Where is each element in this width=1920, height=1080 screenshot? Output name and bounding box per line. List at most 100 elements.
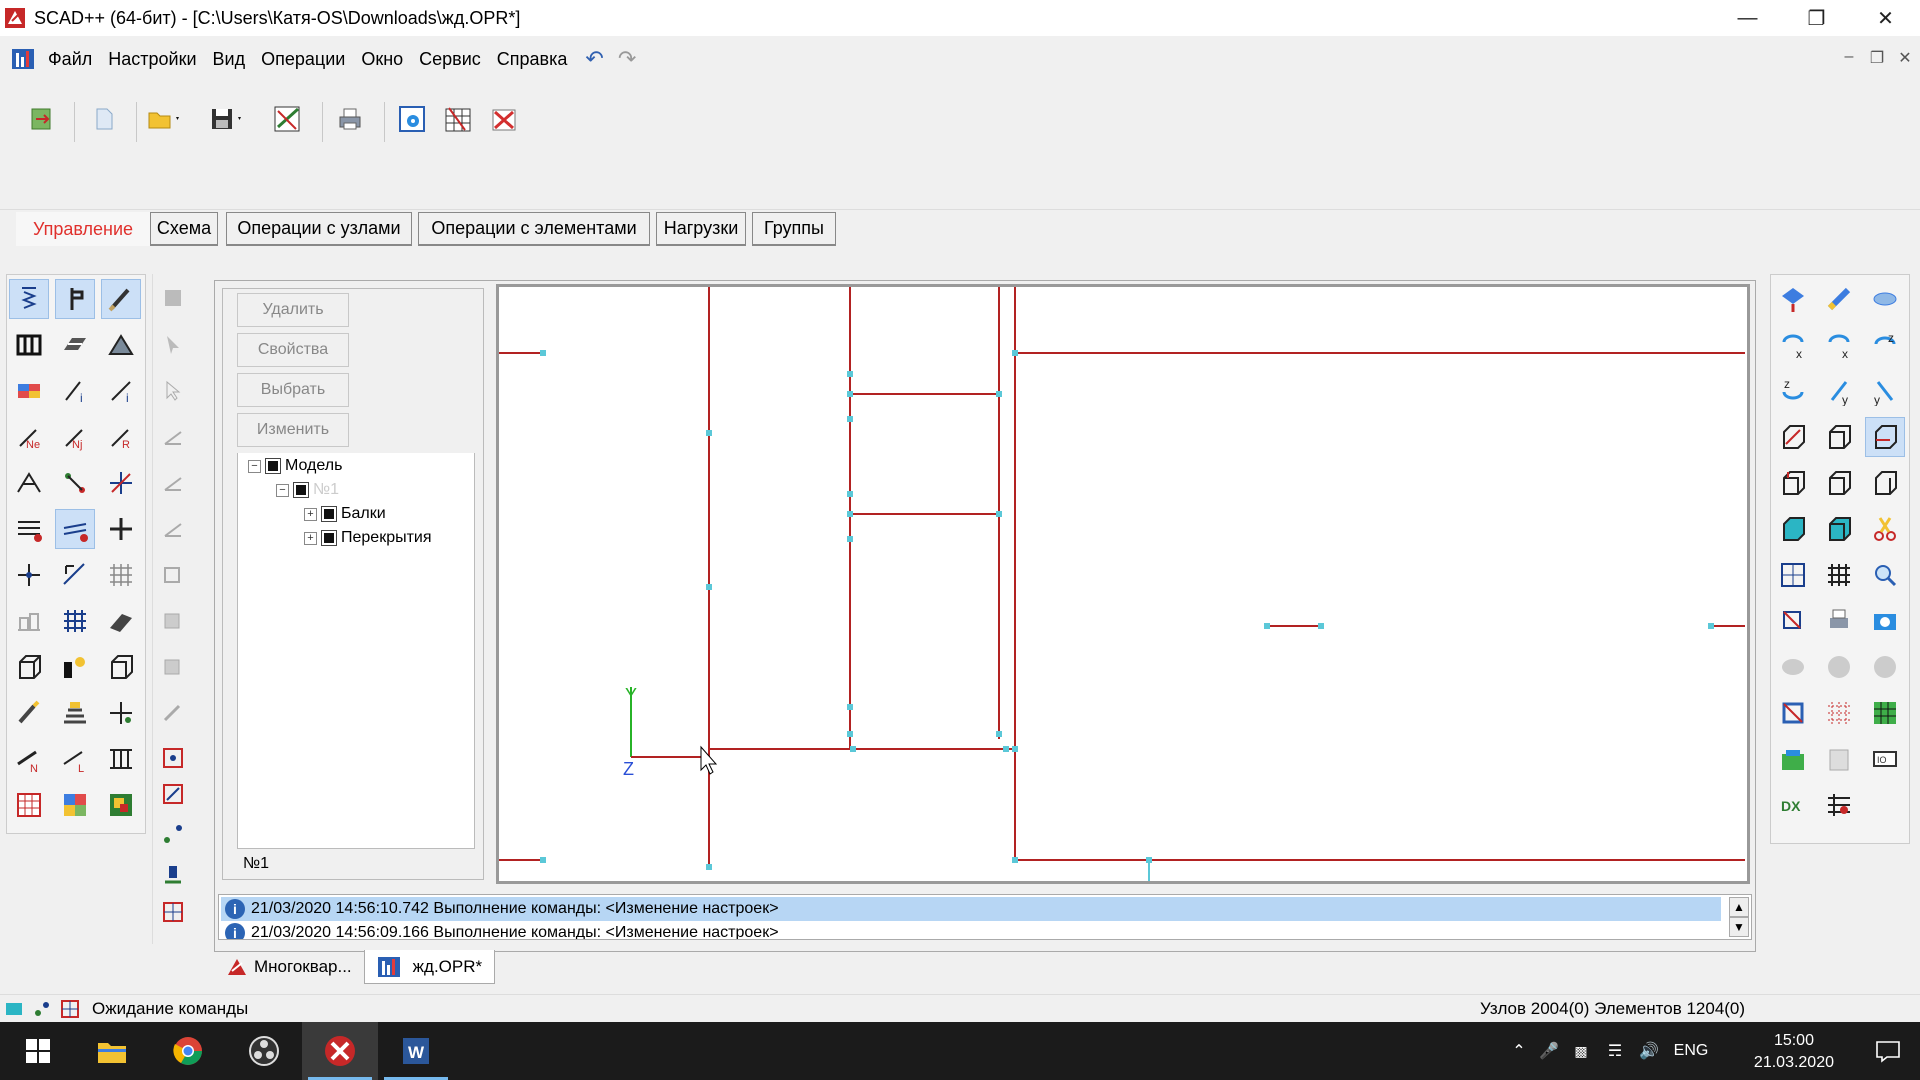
green-grid-icon[interactable]: [1865, 693, 1905, 733]
tree-node-beams[interactable]: + Балки: [304, 503, 386, 525]
redo-icon[interactable]: ↷: [618, 46, 636, 72]
view-top-icon[interactable]: [1773, 279, 1813, 319]
mdi-restore-icon[interactable]: ❐: [1868, 48, 1886, 68]
support-icon[interactable]: [153, 854, 193, 894]
node-grid-icon[interactable]: [55, 601, 95, 641]
hide-icon[interactable]: [1773, 601, 1813, 641]
design-canvas[interactable]: Y Z: [496, 284, 1750, 884]
box-icon[interactable]: [101, 647, 141, 687]
modify-button[interactable]: Изменить: [237, 413, 349, 447]
expand-icon[interactable]: +: [304, 531, 317, 545]
screenshot-icon[interactable]: [1865, 601, 1905, 641]
frame-view-icon[interactable]: [1773, 693, 1813, 733]
color-map-icon[interactable]: [101, 785, 141, 825]
grid-3d-icon[interactable]: [1819, 555, 1859, 595]
input-method-icon[interactable]: ▩: [1564, 1043, 1598, 1060]
light-icon[interactable]: [55, 647, 95, 687]
print-view-icon[interactable]: [1819, 601, 1859, 641]
scissors-icon[interactable]: [1865, 509, 1905, 549]
edit-n-icon[interactable]: N: [9, 739, 49, 779]
fragment-icon[interactable]: [1773, 555, 1813, 595]
clock[interactable]: 15:00 21.03.2020: [1754, 1030, 1834, 1074]
box-wire-icon[interactable]: [1819, 417, 1859, 457]
status-model-icon[interactable]: [4, 999, 24, 1019]
mdi-minimize-icon[interactable]: –: [1840, 48, 1858, 68]
tab-groups[interactable]: Группы: [752, 212, 836, 246]
minimize-icon[interactable]: —: [1713, 0, 1782, 36]
log-row[interactable]: i 21/03/2020 14:56:09.166 Выполнение ком…: [221, 921, 1721, 939]
undo-icon[interactable]: ↶: [585, 46, 603, 72]
tab-control[interactable]: Управление: [16, 212, 150, 246]
arch-icon[interactable]: [101, 325, 141, 365]
menu-view[interactable]: Вид: [205, 49, 254, 70]
beam-on-elastic-icon[interactable]: [55, 509, 95, 549]
scroll-down-icon[interactable]: ▼: [1729, 917, 1749, 937]
element-select-icon[interactable]: [153, 774, 193, 814]
document-icon[interactable]: [10, 47, 36, 71]
view-plane-icon[interactable]: [1865, 279, 1905, 319]
exit-icon[interactable]: [22, 100, 62, 138]
status-node-icon[interactable]: [32, 999, 52, 1019]
open-folder-icon[interactable]: [144, 100, 184, 138]
box-front-icon[interactable]: [1819, 463, 1859, 503]
close-icon[interactable]: ✕: [1851, 0, 1920, 36]
start-button[interactable]: [0, 1022, 76, 1080]
zoom-icon[interactable]: [1865, 555, 1905, 595]
message-log[interactable]: i 21/03/2020 14:56:10.742 Выполнение ком…: [218, 894, 1752, 940]
status-grid-icon[interactable]: [60, 999, 80, 1019]
truss-icon[interactable]: [9, 463, 49, 503]
r-icon[interactable]: R: [101, 417, 141, 457]
node-move-icon[interactable]: [101, 693, 141, 733]
rotate-y-icon[interactable]: y: [1819, 371, 1859, 411]
table-edit-icon[interactable]: [438, 100, 478, 138]
checkbox[interactable]: [265, 458, 281, 474]
hinge-icon[interactable]: i: [101, 371, 141, 411]
ne-icon[interactable]: Ne: [9, 417, 49, 457]
coord-icon[interactable]: [153, 892, 193, 932]
columns-icon[interactable]: [101, 739, 141, 779]
tab-scheme[interactable]: Схема: [150, 212, 218, 246]
plus-node-icon[interactable]: [9, 555, 49, 595]
new-file-icon[interactable]: [84, 100, 124, 138]
language-indicator[interactable]: ENG: [1666, 1042, 1716, 1060]
node-link-icon[interactable]: [153, 814, 193, 854]
rotate-x-icon[interactable]: x: [1773, 325, 1813, 365]
obs-button[interactable]: [226, 1022, 302, 1080]
stiffness-icon[interactable]: [9, 371, 49, 411]
select-button[interactable]: Выбрать: [237, 373, 349, 407]
cross-node-icon[interactable]: [101, 463, 141, 503]
collapse-icon[interactable]: −: [276, 483, 289, 497]
spring-support-icon[interactable]: [9, 279, 49, 319]
tree-node-slabs[interactable]: + Перекрытия: [304, 527, 432, 549]
checkbox[interactable]: [293, 482, 309, 498]
rigid-insert-icon[interactable]: i: [55, 371, 95, 411]
snapshot-icon[interactable]: [1773, 739, 1813, 779]
save-icon[interactable]: [206, 100, 246, 138]
eraser-icon[interactable]: [101, 601, 141, 641]
wifi-icon[interactable]: ☴: [1598, 1041, 1632, 1061]
solid-box2-icon[interactable]: [1819, 509, 1859, 549]
brush-icon[interactable]: [101, 279, 141, 319]
tab-loads[interactable]: Нагрузки: [656, 212, 746, 246]
view-iso-icon[interactable]: [1819, 279, 1859, 319]
tab-node-operations[interactable]: Операции с узлами: [226, 212, 412, 246]
collapse-icon[interactable]: −: [248, 459, 261, 473]
frame-icon[interactable]: [9, 325, 49, 365]
plate-icon[interactable]: [55, 325, 95, 365]
node-group-icon[interactable]: [55, 463, 95, 503]
grid-icon[interactable]: [101, 555, 141, 595]
rotate-y-back-icon[interactable]: y: [1865, 371, 1905, 411]
dot-grid-icon[interactable]: [1819, 693, 1859, 733]
checkbox[interactable]: [321, 506, 337, 522]
table-red-icon[interactable]: [9, 785, 49, 825]
box-side-icon[interactable]: [1865, 463, 1905, 503]
menu-operations[interactable]: Операции: [253, 49, 353, 70]
box-add-icon[interactable]: [1773, 463, 1813, 503]
node-select-icon[interactable]: [153, 738, 193, 778]
paint-icon[interactable]: [9, 693, 49, 733]
menu-service[interactable]: Сервис: [411, 49, 489, 70]
expand-icon[interactable]: +: [304, 507, 317, 521]
menu-window[interactable]: Окно: [353, 49, 411, 70]
building-icon[interactable]: [9, 601, 49, 641]
notifications-icon[interactable]: [1856, 1022, 1920, 1080]
